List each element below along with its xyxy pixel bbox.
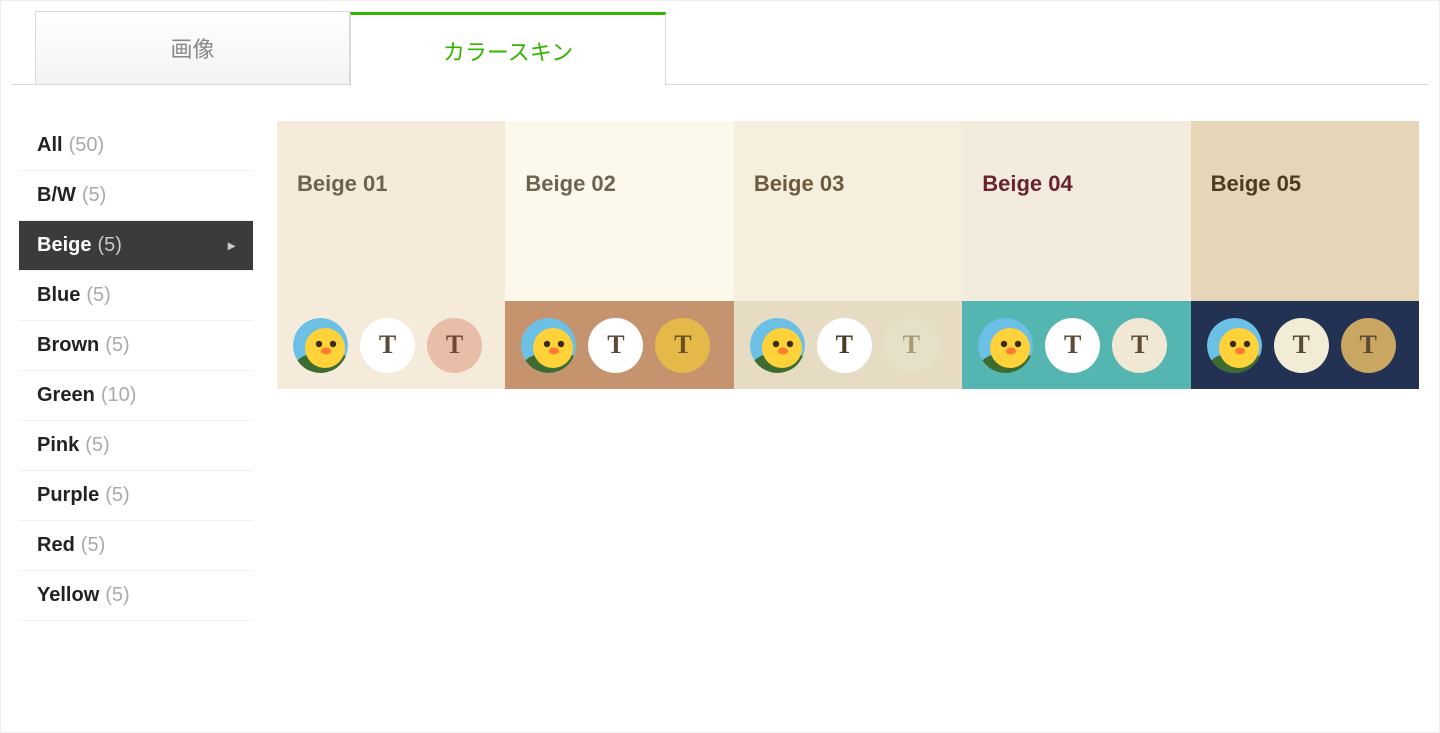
swatch-header: Beige 05 xyxy=(1191,121,1419,301)
category-label: Yellow xyxy=(37,584,99,607)
category-item-pink[interactable]: Pink (5) xyxy=(19,421,253,471)
text-sample-1: T xyxy=(817,318,872,373)
swatch-header: Beige 03 xyxy=(734,121,962,301)
category-label: Red xyxy=(37,534,75,557)
category-item-red[interactable]: Red (5) xyxy=(19,521,253,571)
swatch-beige-01[interactable]: Beige 01 T T xyxy=(277,121,505,621)
category-item-all[interactable]: All (50) xyxy=(19,121,253,171)
swatch-header: Beige 01 xyxy=(277,121,505,301)
swatch-beige-04[interactable]: Beige 04 T T xyxy=(962,121,1190,621)
tab-bar: 画像 カラースキン xyxy=(11,11,1429,85)
text-sample-2: T xyxy=(1341,318,1396,373)
category-count: (5) xyxy=(97,234,121,257)
tab-color-skin[interactable]: カラースキン xyxy=(350,12,666,86)
category-label: Purple xyxy=(37,484,99,507)
tab-image[interactable]: 画像 xyxy=(35,11,350,85)
category-item-beige[interactable]: Beige (5) ▸ xyxy=(19,221,253,271)
text-sample-2: T xyxy=(427,318,482,373)
chevron-right-icon: ▸ xyxy=(228,237,235,254)
avatar-icon xyxy=(750,318,805,373)
category-item-purple[interactable]: Purple (5) xyxy=(19,471,253,521)
swatch-title: Beige 05 xyxy=(1211,171,1302,196)
category-count: (5) xyxy=(86,284,110,307)
swatch-preview: T T xyxy=(505,301,733,389)
text-sample-2: T xyxy=(655,318,710,373)
swatch-beige-03[interactable]: Beige 03 T T xyxy=(734,121,962,621)
swatch-preview: T T xyxy=(277,301,505,389)
swatch-beige-05[interactable]: Beige 05 T T xyxy=(1191,121,1419,621)
category-count: (5) xyxy=(105,584,129,607)
category-item-blue[interactable]: Blue (5) xyxy=(19,271,253,321)
category-count: (5) xyxy=(85,434,109,457)
category-count: (5) xyxy=(105,484,129,507)
avatar-icon xyxy=(978,318,1033,373)
category-label: Green xyxy=(37,384,95,407)
category-item-brown[interactable]: Brown (5) xyxy=(19,321,253,371)
category-count: (5) xyxy=(81,534,105,557)
avatar-icon xyxy=(293,318,348,373)
category-label: Pink xyxy=(37,434,79,457)
category-label: B/W xyxy=(37,184,76,207)
avatar-icon xyxy=(1207,318,1262,373)
text-sample-1: T xyxy=(360,318,415,373)
category-item-green[interactable]: Green (10) xyxy=(19,371,253,421)
tab-label: 画像 xyxy=(170,32,214,64)
swatch-grid: Beige 01 T T Beige 02 T T xyxy=(271,121,1429,621)
category-label: Brown xyxy=(37,334,99,357)
category-label: All xyxy=(37,134,63,157)
color-skin-picker: 画像 カラースキン All (50) B/W (5) Beige (5) ▸ B… xyxy=(0,0,1440,733)
picker-body: All (50) B/W (5) Beige (5) ▸ Blue (5) Br… xyxy=(11,85,1429,621)
text-sample-1: T xyxy=(1045,318,1100,373)
category-sidebar: All (50) B/W (5) Beige (5) ▸ Blue (5) Br… xyxy=(11,121,271,621)
swatch-preview: T T xyxy=(962,301,1190,389)
text-sample-1: T xyxy=(1274,318,1329,373)
tab-label: カラースキン xyxy=(443,35,573,67)
swatch-preview: T T xyxy=(734,301,962,389)
swatch-header: Beige 02 xyxy=(505,121,733,301)
swatch-title: Beige 03 xyxy=(754,171,845,196)
text-sample-1: T xyxy=(588,318,643,373)
swatch-title: Beige 01 xyxy=(297,171,388,196)
swatch-beige-02[interactable]: Beige 02 T T xyxy=(505,121,733,621)
swatch-title: Beige 02 xyxy=(525,171,616,196)
category-label: Blue xyxy=(37,284,80,307)
category-item-yellow[interactable]: Yellow (5) xyxy=(19,571,253,621)
swatch-title: Beige 04 xyxy=(982,171,1073,196)
category-item-bw[interactable]: B/W (5) xyxy=(19,171,253,221)
swatch-preview: T T xyxy=(1191,301,1419,389)
category-count: (5) xyxy=(82,184,106,207)
text-sample-2: T xyxy=(1112,318,1167,373)
category-label: Beige xyxy=(37,234,91,257)
category-count: (5) xyxy=(105,334,129,357)
swatch-header: Beige 04 xyxy=(962,121,1190,301)
category-count: (10) xyxy=(101,384,137,407)
avatar-icon xyxy=(521,318,576,373)
text-sample-2: T xyxy=(884,318,939,373)
category-count: (50) xyxy=(69,134,105,157)
